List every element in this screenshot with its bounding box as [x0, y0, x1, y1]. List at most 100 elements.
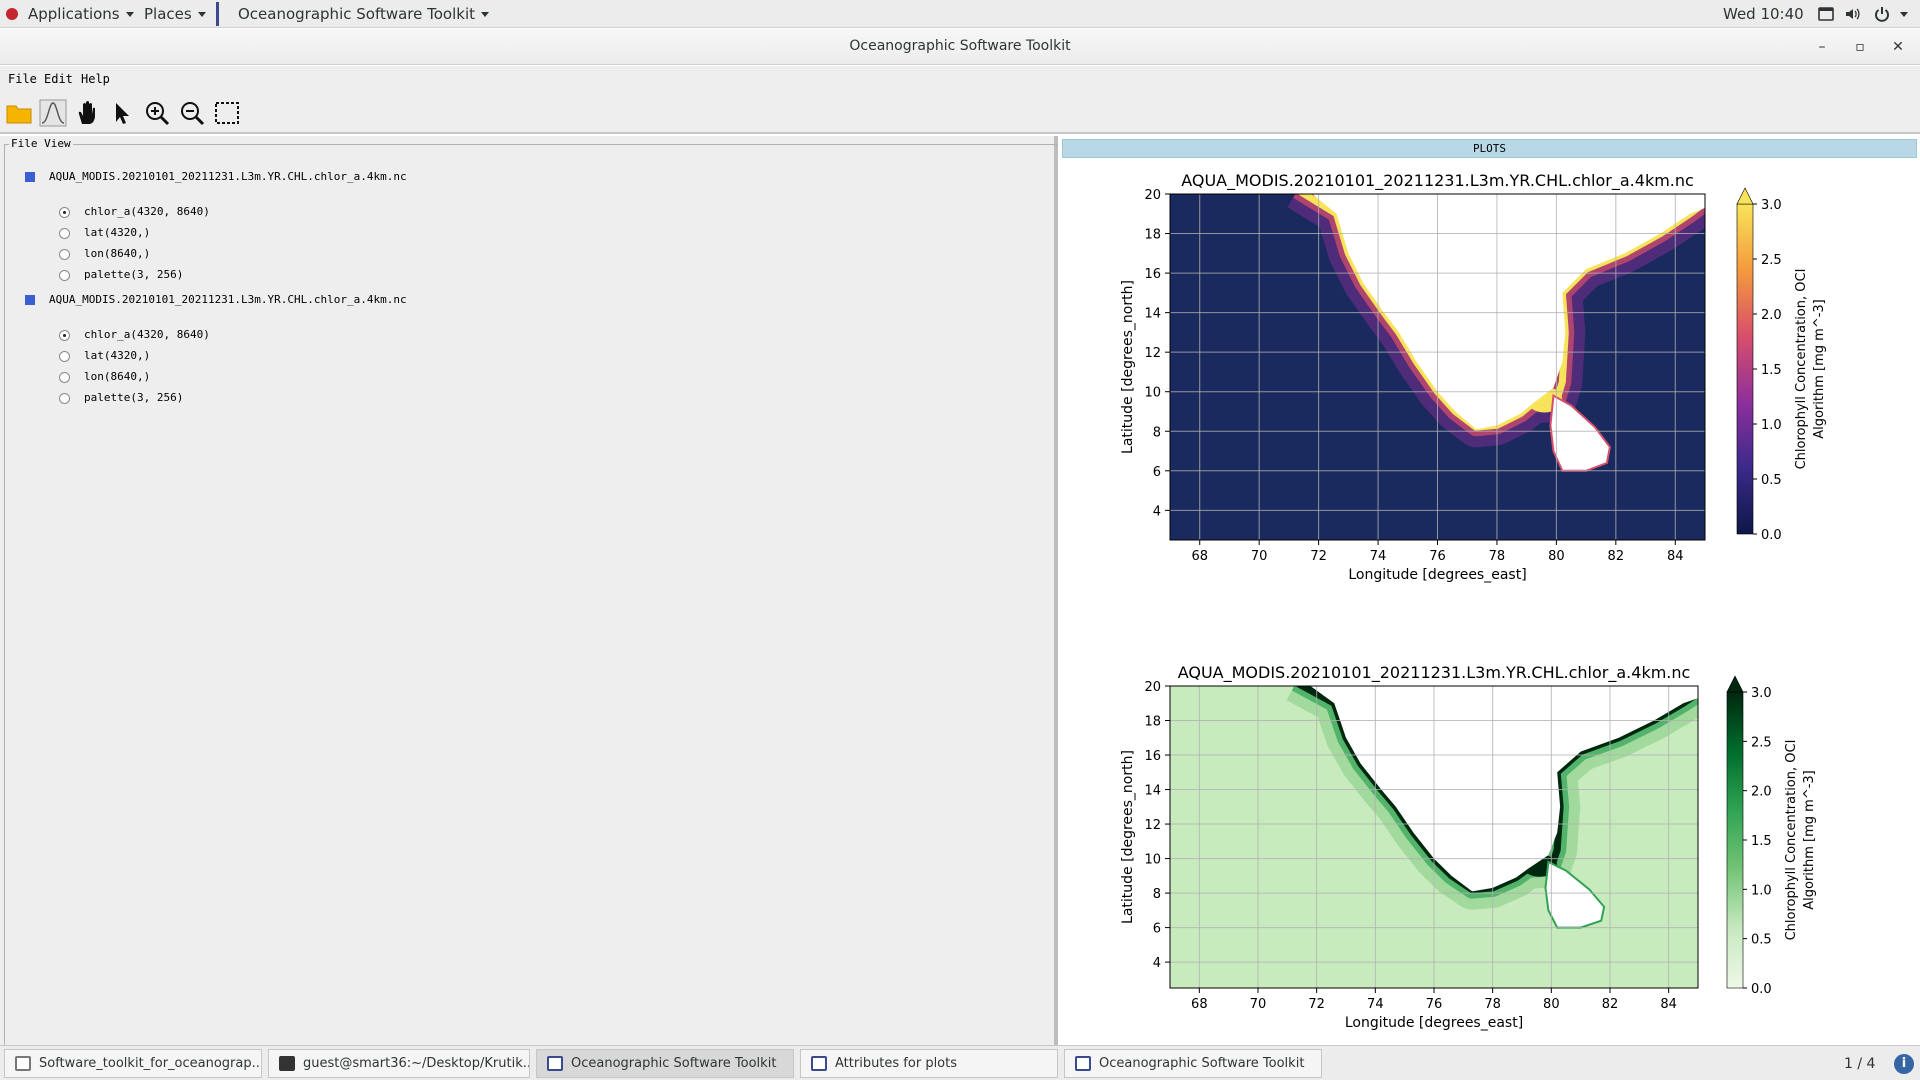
colorbar-tick-label: 0.5 [1761, 473, 1782, 488]
y-tick-label: 8 [1153, 887, 1161, 902]
radio[interactable] [59, 371, 70, 383]
radio[interactable] [59, 269, 70, 281]
radio[interactable] [59, 248, 70, 260]
radio[interactable] [59, 392, 70, 404]
pointer-icon [116, 103, 129, 124]
app-menu[interactable]: Oceanographic Software Toolkit [238, 0, 490, 28]
app-menu-label: Oceanographic Software Toolkit [238, 5, 476, 23]
variable-item[interactable]: chlor_a(4320, 8640) [59, 327, 210, 343]
clock[interactable]: Wed 10:40 [1723, 0, 1804, 28]
close-button[interactable]: ✕ [1888, 37, 1908, 57]
open-folder-button[interactable] [4, 98, 34, 128]
workspace-pager[interactable]: 1 / 4 [1844, 1056, 1875, 1072]
radio-selected[interactable] [59, 206, 70, 218]
variable-label: palette(3, 256) [84, 391, 184, 404]
variable-item[interactable]: palette(3, 256) [59, 267, 183, 283]
taskbar: Software_toolkit_for_oceanograp... guest… [0, 1045, 1920, 1080]
task-label: Oceanographic Software Toolkit [1099, 1056, 1305, 1071]
info-icon[interactable]: i [1894, 1054, 1914, 1074]
window-icon[interactable] [1818, 6, 1834, 22]
pan-tool-button[interactable] [72, 98, 102, 128]
task-terminal[interactable]: guest@smart36:~/Desktop/Krutik... [268, 1049, 530, 1078]
colorbar-tick-label: 1.5 [1751, 834, 1772, 849]
colorbar-tick-label: 3.0 [1751, 686, 1772, 701]
task-browser-doc[interactable]: Software_toolkit_for_oceanograp... [4, 1049, 262, 1078]
applications-menu[interactable]: Applications [28, 0, 134, 28]
curve-icon [39, 99, 67, 127]
zoom-in-button[interactable] [142, 98, 172, 128]
window-title: Oceanographic Software Toolkit [849, 38, 1071, 54]
variable-label: lat(4320,) [84, 226, 151, 239]
variable-item[interactable]: lon(8640,) [59, 246, 150, 262]
colorbar-label-line1: Chlorophyll Concentration, OCI [1784, 740, 1799, 941]
task-attributes[interactable]: Attributes for plots [800, 1049, 1058, 1078]
task-toolkit-active[interactable]: Oceanographic Software Toolkit [536, 1049, 794, 1078]
minimize-button[interactable]: – [1812, 37, 1832, 57]
radio[interactable] [59, 227, 70, 239]
curve-tool-button[interactable] [38, 98, 68, 128]
file-view-panel: File View AQUA_MODIS.20210101_20211231.L… [0, 136, 1058, 1045]
file-icon [25, 172, 35, 182]
colorbar-tick-label: 1.0 [1751, 883, 1772, 898]
plot-title: AQUA_MODIS.20210101_20211231.L3m.YR.CHL.… [1178, 663, 1691, 683]
y-tick-label: 4 [1153, 504, 1161, 519]
plots-header: PLOTS [1062, 139, 1917, 158]
y-tick-label: 18 [1144, 715, 1161, 730]
variable-item[interactable]: lon(8640,) [59, 369, 150, 385]
y-tick-label: 14 [1144, 784, 1161, 799]
divider [216, 2, 219, 26]
file-item[interactable]: AQUA_MODIS.20210101_20211231.L3m.YR.CHL.… [25, 292, 407, 308]
task-label: Attributes for plots [835, 1056, 958, 1071]
map-area [1170, 686, 1698, 988]
pointer-tool-button[interactable] [106, 98, 136, 128]
file-item[interactable]: AQUA_MODIS.20210101_20211231.L3m.YR.CHL.… [25, 169, 407, 185]
x-tick-label: 74 [1367, 997, 1384, 1012]
y-tick-label: 12 [1144, 346, 1161, 361]
radio[interactable] [59, 350, 70, 362]
volume-icon[interactable] [1844, 6, 1860, 22]
file-view-label: File View [9, 137, 73, 150]
variable-item[interactable]: palette(3, 256) [59, 390, 183, 406]
menu-file[interactable]: File [8, 72, 37, 86]
y-tick-label: 18 [1144, 228, 1161, 243]
select-rect-button[interactable] [212, 98, 242, 128]
y-tick-label: 12 [1144, 818, 1161, 833]
zoom-out-button[interactable] [177, 98, 207, 128]
colorbar-extend-arrow [1736, 187, 1754, 205]
power-icon[interactable] [1874, 6, 1890, 22]
y-tick-label: 6 [1153, 465, 1161, 480]
chevron-down-icon[interactable] [1900, 12, 1908, 17]
menu-edit[interactable]: Edit [44, 72, 73, 86]
variable-item[interactable]: lat(4320,) [59, 348, 150, 364]
y-tick-label: 16 [1144, 749, 1161, 764]
variable-label: lon(8640,) [84, 370, 151, 383]
variable-item[interactable]: chlor_a(4320, 8640) [59, 204, 210, 220]
select-rect-icon [215, 102, 239, 124]
colorbar-tick-label: 2.5 [1751, 735, 1772, 750]
plot-chlor-a-plasma[interactable]: AQUA_MODIS.20210101_20211231.L3m.YR.CHL.… [1062, 172, 1920, 612]
toolbar [0, 92, 1920, 134]
terminal-icon [279, 1056, 295, 1071]
variable-item[interactable]: lat(4320,) [59, 225, 150, 241]
x-tick-label: 78 [1489, 549, 1506, 564]
maximize-button[interactable]: ▫ [1850, 37, 1870, 57]
places-menu[interactable]: Places [144, 0, 206, 28]
colorbar-tick-label: 0.5 [1751, 933, 1772, 948]
y-axis-label: Latitude [degrees_north] [1120, 750, 1136, 924]
plot-chlor-a-greens[interactable]: AQUA_MODIS.20210101_20211231.L3m.YR.CHL.… [1062, 662, 1920, 1047]
colorbar [1726, 691, 1744, 989]
y-tick-label: 10 [1144, 853, 1161, 868]
y-tick-label: 14 [1144, 307, 1161, 322]
document-icon [15, 1056, 31, 1071]
y-tick-label: 8 [1153, 425, 1161, 440]
x-tick-label: 84 [1660, 997, 1677, 1012]
file-name: AQUA_MODIS.20210101_20211231.L3m.YR.CHL.… [49, 170, 407, 183]
variable-label: lat(4320,) [84, 349, 151, 362]
x-tick-label: 80 [1548, 549, 1565, 564]
task-toolkit[interactable]: Oceanographic Software Toolkit [1064, 1049, 1322, 1078]
menu-help[interactable]: Help [81, 72, 110, 86]
x-tick-label: 72 [1310, 549, 1327, 564]
chevron-down-icon [197, 12, 206, 17]
radio-selected[interactable] [59, 329, 70, 341]
variable-label: chlor_a(4320, 8640) [84, 205, 210, 218]
